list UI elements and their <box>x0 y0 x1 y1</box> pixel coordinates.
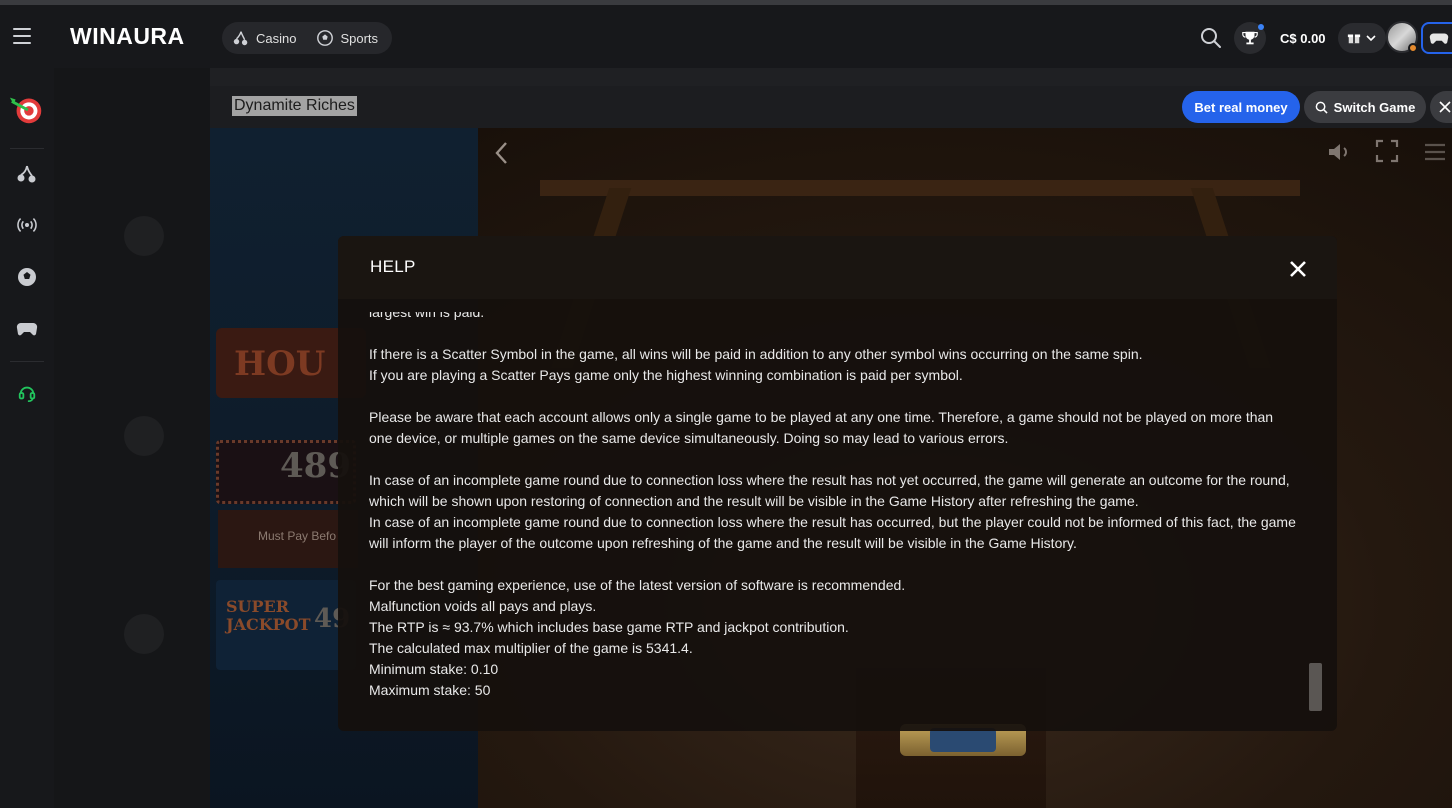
live-broadcast-icon <box>17 218 37 232</box>
help-paragraph: In case of an incomplete game round due … <box>369 470 1299 554</box>
avatar-badge <box>1408 43 1418 53</box>
close-icon[interactable] <box>1286 257 1310 281</box>
rail-casino[interactable] <box>8 155 46 193</box>
help-line: Minimum stake: 0.10 <box>369 661 499 677</box>
help-paragraph: Please be aware that each account allows… <box>369 407 1299 449</box>
game-title: Dynamite Riches <box>232 96 357 116</box>
ghost-shape <box>124 416 164 456</box>
help-modal: HELP largest win is paid. If there is a S… <box>338 236 1337 731</box>
notification-dot <box>1258 24 1264 30</box>
back-chevron-icon[interactable] <box>492 140 512 166</box>
jewel-decoration-inner <box>930 728 996 752</box>
balance-widget[interactable]: C$ 0.00 <box>1274 22 1386 54</box>
help-modal-header: HELP <box>338 236 1337 299</box>
super-jackpot-label: SUPER JACKPOT <box>226 598 311 634</box>
winaura-logo[interactable]: WINAURA <box>70 23 185 50</box>
switch-game-label: Switch Game <box>1333 99 1416 115</box>
help-paragraph: largest win is paid. <box>369 312 1299 323</box>
gamepad-icon <box>16 322 38 336</box>
main-nav: Casino Sports <box>222 22 392 54</box>
help-line: Please be aware that each account allows… <box>369 409 1274 446</box>
search-icon[interactable] <box>1198 25 1224 51</box>
fullscreen-icon[interactable] <box>1374 138 1400 164</box>
jackpot-sign-text: HOU <box>234 344 326 384</box>
search-icon <box>1315 101 1328 114</box>
cherries-icon <box>233 31 248 46</box>
chevron-down-icon <box>1365 35 1376 42</box>
jackpot-label: JACKPOT <box>226 615 311 634</box>
ghost-shape <box>124 216 164 256</box>
darts-target-icon <box>9 97 42 124</box>
help-modal-title: HELP <box>370 257 416 276</box>
gamepad-icon <box>1429 33 1449 44</box>
game-toolbar: Dynamite Riches Bet real money Switch Ga… <box>210 86 1452 128</box>
rail-sports[interactable] <box>8 258 46 296</box>
ghost-shape <box>124 614 164 654</box>
bet-real-money-button[interactable]: Bet real money <box>1182 91 1300 123</box>
rail-live[interactable] <box>8 206 46 244</box>
trophy-button[interactable] <box>1234 22 1266 54</box>
soccer-ball-icon <box>18 268 36 286</box>
rail-divider <box>10 361 44 362</box>
must-pay-text: Must Pay Befo <box>258 529 337 543</box>
help-line: Malfunction voids all pays and plays. <box>369 598 597 614</box>
nav-casino[interactable]: Casino <box>222 22 306 54</box>
nav-casino-label: Casino <box>256 30 297 46</box>
help-line: largest win is paid. <box>369 312 485 320</box>
help-line: If there is a Scatter Symbol in the game… <box>369 346 1143 362</box>
help-line: The RTP is ≈ 93.7% which includes base g… <box>369 619 849 635</box>
headset-icon <box>18 386 36 402</box>
help-line: In case of an incomplete game round due … <box>369 472 1290 509</box>
nav-sports-label: Sports <box>340 30 379 46</box>
cherries-icon <box>17 165 36 183</box>
rail-games[interactable] <box>8 310 46 348</box>
nav-sports[interactable]: Sports <box>306 22 388 54</box>
mine-beam <box>540 180 1300 196</box>
background-shade <box>54 68 210 808</box>
help-line: In case of an incomplete game round due … <box>369 514 1296 551</box>
left-rail <box>0 68 54 808</box>
help-modal-body[interactable]: largest win is paid. If there is a Scatte… <box>369 312 1299 716</box>
soccer-ball-icon <box>317 30 334 46</box>
help-line: Maximum stake: 50 <box>369 682 491 698</box>
gift-dropdown-button[interactable] <box>1337 23 1386 53</box>
help-line: If you are playing a Scatter Pays game o… <box>369 367 963 383</box>
rail-promotions[interactable] <box>8 90 46 128</box>
help-paragraph: For the best gaming experience, use of t… <box>369 575 1299 701</box>
trophy-icon <box>1242 31 1258 45</box>
help-scrollbar-thumb[interactable] <box>1309 663 1322 711</box>
super-label: SUPER <box>226 597 290 616</box>
close-game-button[interactable] <box>1430 91 1452 123</box>
gift-icon <box>1347 34 1360 44</box>
avatar[interactable] <box>1386 21 1418 53</box>
balance-amount: C$ 0.00 <box>1280 30 1326 46</box>
rail-divider <box>10 148 44 149</box>
volume-icon[interactable] <box>1326 140 1352 164</box>
help-line: The calculated max multiplier of the gam… <box>369 640 693 656</box>
switch-game-button[interactable]: Switch Game <box>1304 91 1426 123</box>
top-header: WINAURA Casino Sports C$ 0.00 <box>0 5 1452 68</box>
hamburger-menu-icon[interactable] <box>10 23 36 49</box>
help-paragraph: If there is a Scatter Symbol in the game… <box>369 344 1299 386</box>
close-icon <box>1439 101 1451 113</box>
gamepad-button[interactable] <box>1421 22 1452 54</box>
rail-support[interactable] <box>8 374 46 412</box>
help-line: For the best gaming experience, use of t… <box>369 577 906 593</box>
game-menu-icon[interactable] <box>1422 140 1448 164</box>
